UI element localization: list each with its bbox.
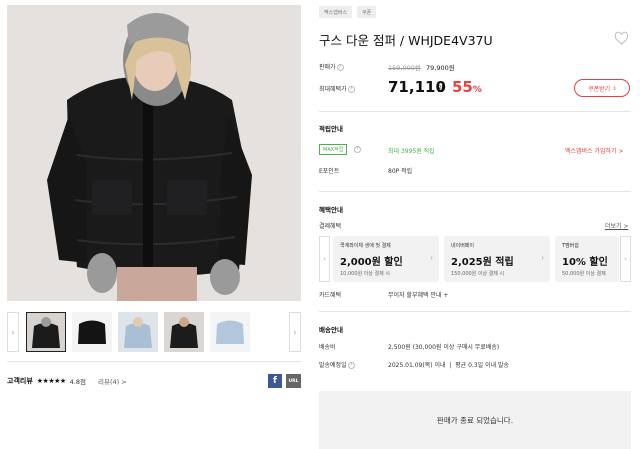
ship-date-value: 2025.01.09(목) 이내 | 평균 0.3일 이내 발송 xyxy=(388,362,510,369)
review-summary: 고객리뷰 ★★★★★ 4.8점 리뷰(4) > xyxy=(7,373,127,389)
sold-out-notice: 판매가 종료 되었습니다. xyxy=(319,391,631,449)
points-section-title: 적립안내 xyxy=(319,125,343,133)
sale-price-row-label: 판매가? xyxy=(319,62,344,71)
more-link[interactable]: 더보기 > xyxy=(605,221,629,230)
help-icon[interactable]: ? xyxy=(354,146,361,153)
chevron-right-icon[interactable]: › xyxy=(620,236,631,282)
installment-info-link[interactable]: 무이자 할부혜택 안내 + xyxy=(388,290,448,299)
divider xyxy=(319,111,631,112)
benefit-card-2[interactable]: 네이버페이 2,025원 적립 150,000원 이상 결제 시 › xyxy=(444,236,550,282)
payment-benefit-label: 결제혜택 xyxy=(319,223,342,230)
heart-icon[interactable] xyxy=(614,31,629,46)
coupon-download-button[interactable]: 쿠폰받기 ⤓ xyxy=(574,79,630,97)
help-icon[interactable]: ? xyxy=(347,362,355,369)
review-label: 고객리뷰 xyxy=(7,377,33,385)
shipping-fee-value: 2,500원 (30,000원 이상 구매시 무료배송) xyxy=(388,344,500,351)
thumbnail-5[interactable] xyxy=(210,312,250,352)
thumbnail-4[interactable] xyxy=(164,312,204,352)
epoint-label: E포인트 xyxy=(319,168,340,175)
divider xyxy=(319,311,631,312)
chevron-left-icon[interactable]: ‹ xyxy=(7,312,19,352)
thumbnail-1[interactable] xyxy=(26,312,66,352)
plus-icon: + xyxy=(443,292,449,299)
chevron-right-icon: › xyxy=(541,254,544,262)
review-count-link[interactable]: 리뷰(4) > xyxy=(98,376,127,386)
product-title: 구스 다운 점퍼 / WHJDE4V37U xyxy=(319,33,493,48)
thumbnail-2[interactable] xyxy=(72,312,112,352)
epoint-value: 80P 적립 xyxy=(388,168,413,175)
thumbnail-strip: ‹ › xyxy=(7,312,301,352)
max-points-badge: MAX적립 xyxy=(319,144,348,155)
benefit-card-3[interactable]: T멤버쉽 10% 할인 50,000원 이상 결제 xyxy=(555,236,619,282)
star-rating-icon: ★★★★★ xyxy=(36,377,66,385)
help-icon[interactable]: ? xyxy=(336,64,344,71)
thumbnail-3[interactable] xyxy=(118,312,158,352)
help-icon[interactable]: ? xyxy=(347,86,355,93)
product-main-image[interactable] xyxy=(7,5,301,301)
card-benefit-label: 카드혜택 xyxy=(319,292,342,299)
discount-rate: 55% xyxy=(452,78,482,96)
shipping-fee-label: 배송비 xyxy=(319,344,336,351)
tag-maxapp: 멕스앱버스 xyxy=(319,6,353,18)
best-price-unit: 원 xyxy=(437,85,444,93)
jacket-photo xyxy=(7,5,301,301)
current-price: 79,900원 xyxy=(426,64,455,72)
shipping-section-title: 배송안내 xyxy=(319,326,343,334)
chevron-right-icon[interactable]: › xyxy=(289,312,301,352)
benefit-card-1[interactable]: 쿡계좌이체 생애 첫 결제 2,000원 할인 10,000원 이상 결제 시 … xyxy=(333,236,439,282)
divider xyxy=(319,191,631,192)
divider xyxy=(7,361,301,362)
original-price: 159,000원 xyxy=(388,64,421,72)
review-score: 4.8점 xyxy=(69,378,86,386)
chevron-right-icon: › xyxy=(430,254,433,262)
tag-coupon: 쿠폰 xyxy=(357,6,377,18)
chevron-left-icon[interactable]: ‹ xyxy=(319,236,330,282)
facebook-share-icon[interactable]: f xyxy=(268,374,282,388)
best-price-row-label: 최대혜택가? xyxy=(319,84,355,93)
url-copy-icon[interactable]: URL xyxy=(286,374,301,388)
benefits-section-title: 혜택안내 xyxy=(319,206,343,214)
download-icon: ⤓ xyxy=(613,84,616,91)
max-points-text: 최대 3995원 적립 xyxy=(388,148,435,155)
join-membership-link[interactable]: 멕스앱버스 가입하기 > xyxy=(565,146,624,155)
ship-date-label: 발송예정일? xyxy=(319,360,355,369)
